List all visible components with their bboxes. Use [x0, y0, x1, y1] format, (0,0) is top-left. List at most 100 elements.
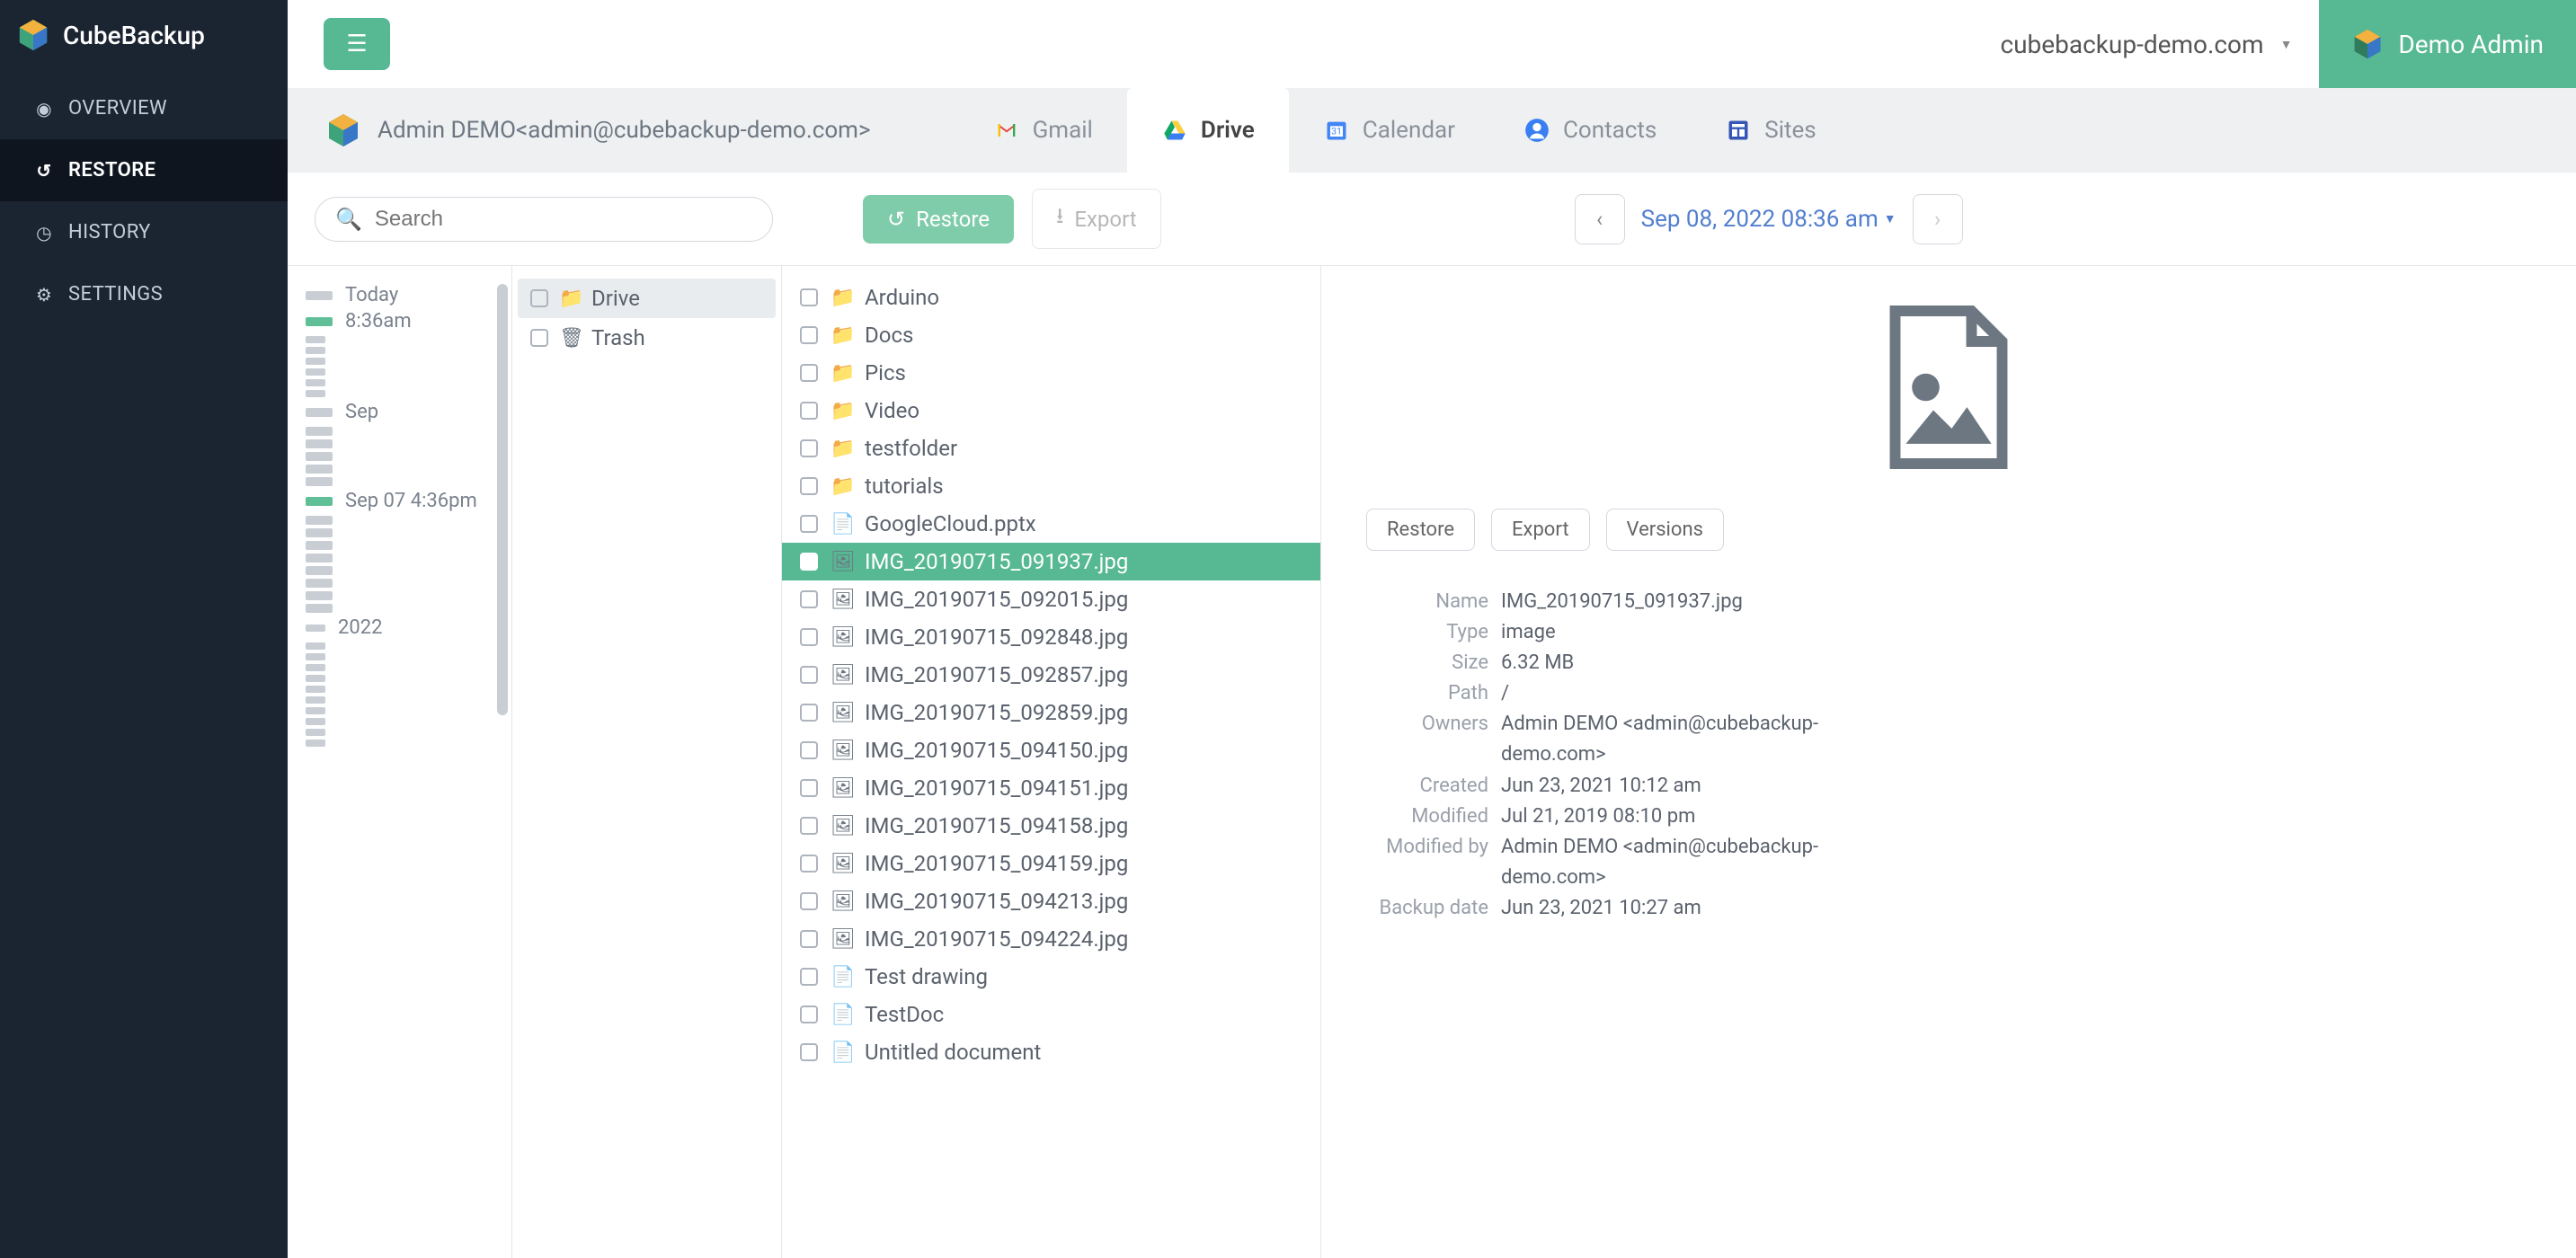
brand-text: CubeBackup	[63, 21, 205, 50]
checkbox[interactable]	[800, 855, 818, 873]
tab-calendar[interactable]: 31 Calendar	[1289, 88, 1489, 173]
cubebackup-logo-icon	[2351, 28, 2384, 60]
file-item[interactable]: 🖼IMG_20190715_094213.jpg	[782, 882, 1320, 920]
brand[interactable]: CubeBackup	[0, 0, 288, 77]
image-icon: 🖼	[831, 664, 852, 687]
timeline-scrollbar[interactable]	[497, 284, 508, 715]
checkbox[interactable]	[800, 288, 818, 306]
detail-export-button[interactable]: Export	[1491, 509, 1590, 551]
checkbox[interactable]	[800, 779, 818, 797]
chevron-left-icon: ‹	[1596, 207, 1603, 232]
tab-gmail[interactable]: Gmail	[959, 88, 1127, 173]
detail-restore-button[interactable]: Restore	[1366, 509, 1475, 551]
export-label: Export	[1074, 207, 1136, 232]
file-item[interactable]: 🖼IMG_20190715_094224.jpg	[782, 920, 1320, 958]
file-item[interactable]: 📁Docs	[782, 316, 1320, 354]
tab-drive[interactable]: Drive	[1127, 88, 1289, 173]
detail-label-modified: Modified	[1366, 802, 1501, 832]
file-item[interactable]: 📄TestDoc	[782, 996, 1320, 1033]
tab-contacts-label: Contacts	[1563, 117, 1657, 144]
tree-item-drive[interactable]: 📁 Drive	[518, 279, 776, 318]
file-item[interactable]: 📁tutorials	[782, 467, 1320, 505]
folder-icon: 📁	[559, 288, 581, 310]
file-name: Video	[865, 398, 919, 423]
sidebar-item-restore[interactable]: ↺ RESTORE	[0, 139, 288, 201]
current-user: Admin DEMO<admin@cubebackup-demo.com>	[316, 112, 898, 148]
file-item[interactable]: 🖼IMG_20190715_094159.jpg	[782, 845, 1320, 882]
checkbox[interactable]	[800, 628, 818, 646]
file-item[interactable]: 🖼IMG_20190715_094158.jpg	[782, 807, 1320, 845]
file-item[interactable]: 🖼IMG_20190715_094151.jpg	[782, 769, 1320, 807]
checkbox[interactable]	[800, 968, 818, 986]
tab-drive-label: Drive	[1201, 117, 1255, 144]
detail-versions-button[interactable]: Versions	[1606, 509, 1724, 551]
file-item[interactable]: 📁testfolder	[782, 430, 1320, 467]
file-item[interactable]: 📁Arduino	[782, 279, 1320, 316]
restore-button[interactable]: ↺ Restore	[863, 195, 1014, 244]
sidebar-item-history[interactable]: ◷ HISTORY	[0, 201, 288, 263]
checkbox[interactable]	[800, 704, 818, 722]
file-item[interactable]: 📄GoogleCloud.pptx	[782, 505, 1320, 543]
timeline-pane: Today 8:36am Sep Sep 07 4:36pm	[288, 266, 512, 1258]
checkbox[interactable]	[530, 289, 548, 307]
file-item[interactable]: 🖼IMG_20190715_091937.jpg	[782, 543, 1320, 580]
checkbox[interactable]	[800, 553, 818, 571]
file-item[interactable]: 🖼IMG_20190715_094150.jpg	[782, 731, 1320, 769]
date-next-button[interactable]: ›	[1913, 194, 1963, 244]
user-menu[interactable]: Demo Admin	[2319, 0, 2576, 88]
file-name: IMG_20190715_092859.jpg	[865, 700, 1128, 725]
detail-label-backup-date: Backup date	[1366, 893, 1501, 924]
file-item[interactable]: 🖼IMG_20190715_092015.jpg	[782, 580, 1320, 618]
detail-value-modified: Jul 21, 2019 08:10 pm	[1501, 802, 1843, 832]
folder-icon: 📁	[831, 324, 852, 347]
file-item[interactable]: 🖼IMG_20190715_092859.jpg	[782, 694, 1320, 731]
checkbox[interactable]	[800, 326, 818, 344]
timeline-sep07[interactable]: Sep 07 4:36pm	[345, 490, 477, 512]
domain-dropdown[interactable]: cubebackup-demo.com ▼	[1973, 30, 2319, 59]
export-button[interactable]: ⭳ Export	[1032, 189, 1161, 249]
checkbox[interactable]	[800, 515, 818, 533]
checkbox[interactable]	[800, 930, 818, 948]
checkbox[interactable]	[800, 1006, 818, 1023]
file-item[interactable]: 🖼IMG_20190715_092848.jpg	[782, 618, 1320, 656]
tab-sites[interactable]: Sites	[1691, 88, 1850, 173]
image-icon: 🖼	[831, 777, 852, 800]
sidebar-item-settings[interactable]: ⚙ SETTINGS	[0, 263, 288, 325]
detail-value-path: /	[1501, 678, 1843, 709]
file-name: TestDoc	[865, 1002, 944, 1027]
checkbox[interactable]	[800, 892, 818, 910]
search-input[interactable]	[375, 207, 752, 232]
checkbox[interactable]	[800, 666, 818, 684]
checkbox[interactable]	[800, 439, 818, 457]
checkbox[interactable]	[800, 1043, 818, 1061]
checkbox[interactable]	[800, 590, 818, 608]
date-prev-button[interactable]: ‹	[1575, 194, 1625, 244]
date-picker[interactable]: Sep 08, 2022 08:36 am ▼	[1641, 206, 1896, 233]
checkbox[interactable]	[800, 402, 818, 420]
trash-icon: 🗑	[559, 327, 581, 350]
checkbox[interactable]	[800, 364, 818, 382]
search-box[interactable]: 🔍	[315, 197, 773, 242]
drive-icon	[1161, 117, 1188, 144]
timeline-time[interactable]: 8:36am	[345, 310, 412, 332]
file-name: IMG_20190715_094213.jpg	[865, 889, 1128, 914]
file-item[interactable]: 🖼IMG_20190715_092857.jpg	[782, 656, 1320, 694]
checkbox[interactable]	[800, 741, 818, 759]
menu-toggle-button[interactable]: ☰	[324, 18, 390, 70]
sidebar-item-overview[interactable]: ◉ OVERVIEW	[0, 77, 288, 139]
file-item[interactable]: 📁Pics	[782, 354, 1320, 392]
checkbox[interactable]	[800, 817, 818, 835]
file-item[interactable]: 📄Untitled document	[782, 1033, 1320, 1071]
folder-icon: 📁	[831, 475, 852, 498]
checkbox[interactable]	[530, 329, 548, 347]
detail-value-type: image	[1501, 617, 1843, 648]
sidebar: CubeBackup ◉ OVERVIEW ↺ RESTORE ◷ HISTOR…	[0, 0, 288, 1258]
file-item[interactable]: 📄Test drawing	[782, 958, 1320, 996]
tab-contacts[interactable]: Contacts	[1489, 88, 1691, 173]
folder-icon: 📁	[831, 438, 852, 460]
checkbox[interactable]	[800, 477, 818, 495]
file-item[interactable]: 📁Video	[782, 392, 1320, 430]
restore-label: Restore	[916, 207, 990, 232]
tree-item-trash[interactable]: 🗑 Trash	[518, 318, 776, 358]
restore-icon: ↺	[34, 160, 54, 182]
